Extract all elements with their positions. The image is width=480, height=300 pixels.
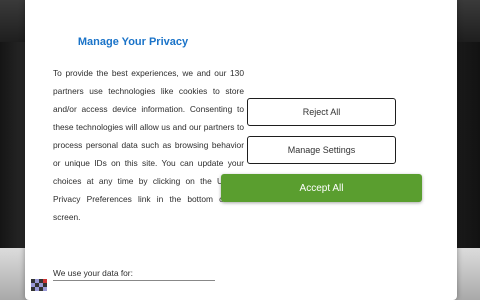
dialog-title: Manage Your Privacy: [77, 36, 189, 48]
manage-settings-button[interactable]: Manage Settings: [247, 136, 396, 164]
data-purposes-label[interactable]: We use your data for:: [53, 266, 215, 281]
accept-all-button[interactable]: Accept All: [221, 174, 422, 202]
reject-all-button[interactable]: Reject All: [247, 98, 396, 126]
consent-text-column: Manage Your Privacy To provide the best …: [53, 0, 244, 300]
consent-logo-icon: [31, 279, 47, 291]
consent-description: To provide the best experiences, we and …: [53, 68, 244, 222]
privacy-consent-dialog: Manage Your Privacy To provide the best …: [25, 0, 457, 300]
